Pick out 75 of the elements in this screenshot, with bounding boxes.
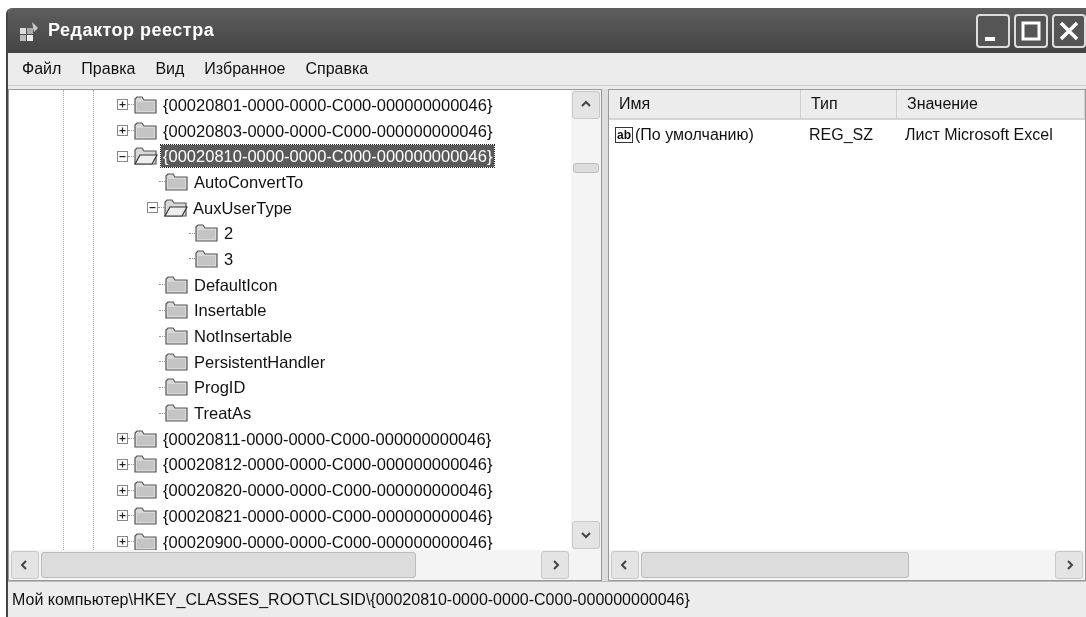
menu-item[interactable]: Правка: [81, 57, 136, 81]
scroll-down-button[interactable]: [572, 521, 600, 549]
folder-icon: [134, 480, 158, 501]
maximize-button[interactable]: [1014, 13, 1048, 48]
expand-icon[interactable]: [117, 99, 128, 111]
scroll-left-button[interactable]: [11, 551, 39, 579]
folder-icon: [134, 531, 158, 550]
folder-icon: [165, 326, 189, 347]
expand-icon[interactable]: [117, 536, 128, 548]
folder-icon: [195, 223, 219, 244]
tree-item[interactable]: {00020820-0000-0000-C000-000000000046}: [161, 479, 495, 502]
minimize-icon: [985, 36, 995, 41]
expand-icon[interactable]: [117, 484, 128, 496]
tree-item[interactable]: {00020900-0000-0000-C000-000000000046}: [161, 530, 495, 550]
minimize-button[interactable]: [976, 13, 1010, 48]
tree-item[interactable]: AutoConvertTo: [192, 170, 306, 193]
expand-icon[interactable]: [117, 458, 128, 470]
tree-item[interactable]: {00020812-0000-0000-C000-000000000046}: [161, 453, 495, 476]
tree-item[interactable]: {00020803-0000-0000-C000-000000000046}: [161, 119, 495, 142]
menu-item[interactable]: Справка: [305, 57, 369, 81]
folder-icon: [134, 120, 158, 141]
menu-item[interactable]: Вид: [155, 57, 185, 81]
table-cell-text: Лист Microsoft Excel: [904, 125, 1054, 145]
column-header[interactable]: Имя: [609, 90, 801, 118]
tree-item[interactable]: ProgID: [192, 376, 248, 399]
column-header[interactable]: Значение: [897, 90, 1085, 118]
folder-icon: [165, 403, 189, 424]
tree-item[interactable]: NotInsertable: [192, 325, 295, 348]
scrollbar-thumb[interactable]: [573, 163, 599, 173]
expand-icon[interactable]: [117, 510, 128, 522]
registry-editor-icon: [18, 19, 40, 42]
folder-icon: [165, 351, 189, 372]
tree-item[interactable]: Insertable: [192, 299, 269, 322]
tree-item[interactable]: TreatAs: [192, 402, 254, 425]
table-cell-text: REG_SZ: [808, 125, 874, 145]
folder-icon: [165, 300, 189, 321]
tree-item[interactable]: 3: [222, 247, 236, 270]
scroll-left-button[interactable]: [611, 551, 639, 579]
tree-item[interactable]: DefaultIcon: [192, 273, 280, 296]
tree-item[interactable]: {00020811-0000-0000-C000-000000000046}: [161, 427, 494, 450]
scrollbar-thumb[interactable]: [641, 552, 909, 578]
tree-item[interactable]: AuxUserType: [191, 196, 295, 219]
scroll-right-button[interactable]: [1055, 551, 1083, 579]
folder-icon: [165, 274, 189, 295]
folder-icon: [165, 377, 189, 398]
folder-icon: [134, 454, 158, 475]
close-button[interactable]: [1052, 13, 1086, 48]
folder-icon: [165, 171, 189, 192]
menu-item[interactable]: Файл: [22, 57, 62, 81]
scrollbar-thumb[interactable]: [41, 552, 416, 578]
status-bar-text: Мой компьютер\HKEY_CLASSES_ROOT\CLSID\{00020810-0000-0000-C000-000000000046}: [12, 589, 690, 610]
table-cell-text: (По умолчанию): [635, 125, 754, 145]
maximize-icon: [1020, 19, 1042, 42]
folder-icon: [195, 248, 219, 269]
folder-icon: [134, 94, 158, 115]
string-value-icon: ab: [615, 127, 633, 143]
expand-icon[interactable]: [117, 125, 128, 137]
tree-item[interactable]: {00020821-0000-0000-C000-000000000046}: [161, 504, 495, 527]
tree-item[interactable]: PersistentHandler: [192, 350, 328, 373]
scroll-up-button[interactable]: [572, 91, 600, 119]
close-icon: [1058, 19, 1080, 42]
open-folder-icon: [134, 146, 158, 167]
tree-item[interactable]: {00020801-0000-0000-C000-000000000046}: [161, 93, 495, 116]
folder-icon: [134, 505, 158, 526]
folder-icon: [134, 428, 158, 449]
tree-item[interactable]: 2: [222, 222, 236, 245]
menu-item[interactable]: Избранное: [204, 57, 286, 81]
scroll-right-button[interactable]: [541, 551, 569, 579]
tree-item[interactable]: {00020810-0000-0000-C000-000000000046}: [161, 145, 495, 168]
collapse-icon[interactable]: [147, 202, 158, 214]
window-title: Редактор реестра: [48, 19, 215, 42]
open-folder-icon: [164, 197, 188, 218]
expand-icon[interactable]: [117, 433, 128, 445]
column-header[interactable]: Тип: [801, 90, 897, 118]
collapse-icon[interactable]: [117, 150, 128, 162]
